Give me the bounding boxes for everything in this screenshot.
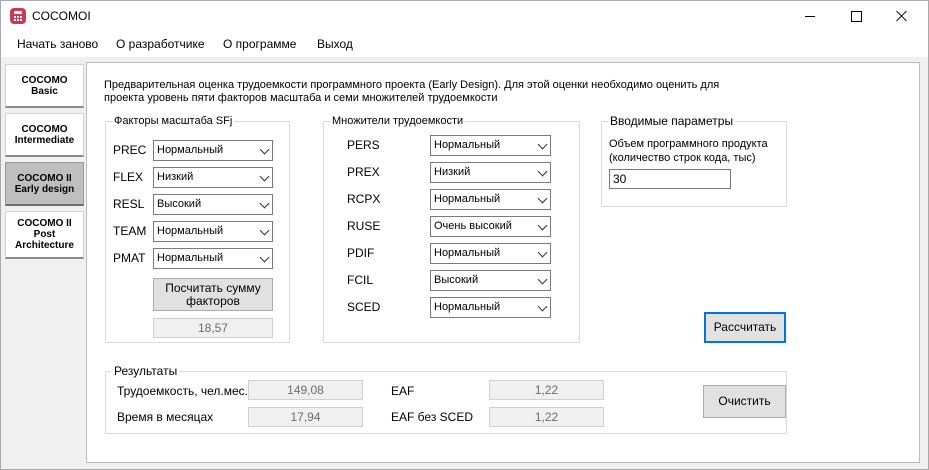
maximize-icon bbox=[850, 10, 862, 22]
label-prec: PREC bbox=[113, 143, 147, 157]
sidebar-item-cocomo2-post-architecture[interactable]: COCOMO II Post Architecture bbox=[5, 211, 84, 259]
code-size-input[interactable]: 30 bbox=[609, 169, 731, 189]
sum-factors-button[interactable]: Посчитать сумму факторов bbox=[153, 278, 273, 311]
label-pdif: PDIF bbox=[347, 246, 375, 260]
pdif-value: Нормальный bbox=[434, 247, 501, 259]
label-prex: PREX bbox=[347, 165, 380, 179]
effort-multipliers-title: Множители трудоемкости bbox=[330, 114, 466, 128]
app-window: COCOMOI Начать заново О разработчике О п… bbox=[0, 0, 929, 470]
intro-line-1: Предварительная оценка трудоемкости прог… bbox=[104, 79, 720, 91]
minimize-button[interactable] bbox=[787, 1, 833, 31]
prex-value: Низкий bbox=[434, 166, 471, 178]
input-parameters-title: Вводимые параметры bbox=[608, 114, 736, 128]
chevron-down-icon bbox=[259, 171, 270, 182]
ruse-value: Очень высокий bbox=[434, 220, 512, 232]
menu-item-restart[interactable]: Начать заново bbox=[17, 37, 98, 51]
size-label-line-1: Объем программного продукта bbox=[609, 138, 768, 150]
time-label: Время в месяцах bbox=[117, 410, 214, 424]
eaf-no-sced-label: EAF без SCED bbox=[391, 410, 473, 424]
resl-select[interactable]: Высокий bbox=[153, 194, 273, 215]
prec-value: Нормальный bbox=[157, 144, 224, 156]
resl-value: Высокий bbox=[157, 198, 202, 210]
pers-select[interactable]: Нормальный bbox=[430, 135, 551, 156]
eaf-no-sced-field: 1,22 bbox=[489, 407, 604, 427]
calculator-app-icon bbox=[10, 8, 26, 24]
label-flex: FLEX bbox=[113, 170, 144, 184]
menu-item-exit[interactable]: Выход bbox=[317, 37, 353, 51]
chevron-down-icon bbox=[259, 198, 270, 209]
sidebar-item-cocomo-intermediate[interactable]: COCOMO Intermediate bbox=[5, 113, 84, 157]
menu-item-about-program[interactable]: О программе bbox=[223, 37, 296, 51]
chevron-down-icon bbox=[259, 225, 270, 236]
sum-factors-field: 18,57 bbox=[153, 318, 273, 338]
clear-button[interactable]: Очистить bbox=[703, 385, 786, 418]
sidebar-item-cocomo-basic[interactable]: COCOMO Basic bbox=[5, 64, 84, 108]
close-icon bbox=[896, 10, 908, 22]
minimize-icon bbox=[805, 15, 815, 17]
input-parameters-group: Вводимые параметры bbox=[601, 114, 787, 207]
intro-line-2: проекта уровень пяти факторов масштаба и… bbox=[104, 92, 498, 104]
pers-value: Нормальный bbox=[434, 139, 501, 151]
calculate-button[interactable]: Рассчитать bbox=[704, 312, 786, 343]
label-rcpx: RCPX bbox=[347, 192, 381, 206]
close-button[interactable] bbox=[879, 1, 925, 31]
team-value: Нормальный bbox=[157, 225, 224, 237]
prex-select[interactable]: Низкий bbox=[430, 162, 551, 183]
rcpx-value: Нормальный bbox=[434, 193, 501, 205]
chevron-down-icon bbox=[537, 274, 548, 285]
flex-value: Низкий bbox=[157, 171, 194, 183]
ruse-select[interactable]: Очень высокий bbox=[430, 216, 551, 237]
window-title: COCOMOI bbox=[32, 9, 91, 23]
fcil-select[interactable]: Высокий bbox=[430, 270, 551, 291]
maximize-button[interactable] bbox=[833, 1, 879, 31]
label-ruse: RUSE bbox=[347, 219, 381, 233]
eaf-field: 1,22 bbox=[489, 380, 604, 400]
fcil-value: Высокий bbox=[434, 274, 479, 286]
flex-select[interactable]: Низкий bbox=[153, 167, 273, 188]
chevron-down-icon bbox=[537, 166, 548, 177]
sidebar-item-cocomo2-early-design[interactable]: COCOMO II Early design bbox=[5, 162, 84, 206]
size-label-line-2: (количество строк кода, тыс) bbox=[609, 152, 756, 164]
chevron-down-icon bbox=[537, 220, 548, 231]
label-pmat: PMAT bbox=[113, 251, 146, 265]
intro-text: Предварительная оценка трудоемкости прог… bbox=[104, 79, 744, 105]
pdif-select[interactable]: Нормальный bbox=[430, 243, 551, 264]
effort-label: Трудоемкость, чел.мес. bbox=[117, 384, 248, 398]
chevron-down-icon bbox=[259, 252, 270, 263]
menu-item-about-developer[interactable]: О разработчике bbox=[116, 37, 205, 51]
rcpx-select[interactable]: Нормальный bbox=[430, 189, 551, 210]
label-sced: SCED bbox=[347, 300, 381, 314]
chevron-down-icon bbox=[259, 144, 270, 155]
time-field: 17,94 bbox=[248, 407, 363, 427]
menu-bar: Начать заново О разработчике О программе… bbox=[1, 31, 928, 57]
chevron-down-icon bbox=[537, 301, 548, 312]
pmat-value: Нормальный bbox=[157, 252, 224, 264]
chevron-down-icon bbox=[537, 247, 548, 258]
label-team: TEAM bbox=[113, 224, 147, 238]
prec-select[interactable]: Нормальный bbox=[153, 140, 273, 161]
title-bar: COCOMOI bbox=[1, 1, 928, 31]
results-title: Результаты bbox=[112, 364, 180, 378]
sced-value: Нормальный bbox=[434, 301, 501, 313]
label-pers: PERS bbox=[347, 138, 380, 152]
scale-factors-title: Факторы масштаба SFj bbox=[112, 114, 235, 128]
label-fcil: FCIL bbox=[347, 273, 374, 287]
pmat-select[interactable]: Нормальный bbox=[153, 248, 273, 269]
effort-field: 149,08 bbox=[248, 380, 363, 400]
results-group: Результаты bbox=[105, 364, 787, 434]
chevron-down-icon bbox=[537, 139, 548, 150]
label-resl: RESL bbox=[113, 197, 145, 211]
chevron-down-icon bbox=[537, 193, 548, 204]
eaf-label: EAF bbox=[391, 384, 415, 398]
sced-select[interactable]: Нормальный bbox=[430, 297, 551, 318]
team-select[interactable]: Нормальный bbox=[153, 221, 273, 242]
